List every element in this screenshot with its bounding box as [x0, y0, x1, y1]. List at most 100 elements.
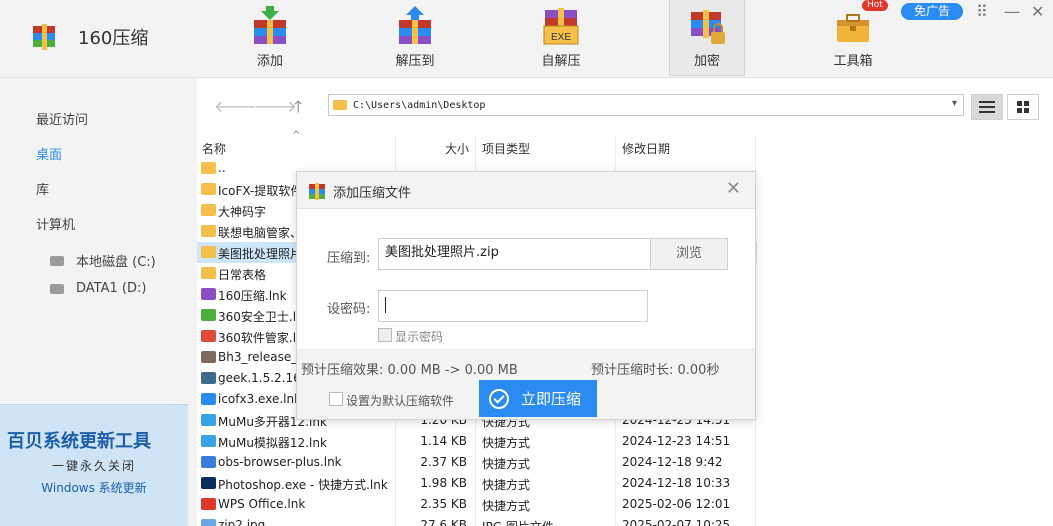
- show-password-label: 显示密码: [395, 330, 444, 344]
- file-name: icofx3.exe.lnk: [218, 392, 302, 406]
- menu-icon[interactable]: ⠿: [976, 2, 988, 21]
- compress-now-label: 立即压缩: [521, 390, 582, 408]
- file-date: 2025-02-07 10:25: [622, 518, 731, 526]
- file-icon: [201, 456, 216, 468]
- folder-icon: [201, 267, 216, 279]
- disk-icon: [50, 255, 64, 266]
- sidebar-item-drive-c[interactable]: 本地磁盘 (C:): [50, 251, 156, 270]
- file-name: WPS Office.lnk: [218, 497, 306, 511]
- set-default-checkbox[interactable]: [329, 392, 343, 406]
- sidebar-item-recent[interactable]: 最近访问: [36, 109, 88, 128]
- column-date[interactable]: 修改日期: [622, 140, 670, 157]
- dialog-title: 添加压缩文件: [333, 186, 412, 201]
- file-row[interactable]: MuMu模拟器12.lnk 1.14 KB 快捷方式 2024-12-23 14:51: [197, 431, 757, 452]
- encrypt-button[interactable]: 加密: [669, 0, 745, 76]
- file-icon: [201, 330, 216, 342]
- path-input[interactable]: C:\Users\admin\Desktop ▾: [328, 94, 964, 116]
- file-type: 快捷方式: [482, 478, 531, 492]
- chevron-down-icon[interactable]: ▾: [952, 98, 957, 109]
- svg-text:EXE: EXE: [551, 32, 571, 43]
- file-size: 27.6 KB: [420, 518, 467, 526]
- sidebar-item-library[interactable]: 库: [36, 179, 49, 198]
- file-name: Photoshop.exe - 快捷方式.lnk: [218, 478, 388, 492]
- file-icon: [201, 435, 216, 447]
- estimate-time: 预计压缩时长: 0.00秒: [591, 363, 720, 378]
- file-name: 360软件管家.ln: [218, 331, 304, 345]
- dialog-close-icon[interactable]: ✕: [726, 178, 741, 199]
- file-row[interactable]: obs-browser-plus.lnk 2.37 KB 快捷方式 2024-12-1…: [197, 452, 757, 473]
- extract-to-label: 解压到: [395, 54, 435, 69]
- file-type: 快捷方式: [482, 457, 531, 471]
- path-text: C:\Users\admin\Desktop: [353, 99, 486, 111]
- file-name: zip2.jpg: [218, 518, 266, 526]
- file-icon: [201, 351, 216, 363]
- list-view-button[interactable]: [971, 94, 1003, 120]
- file-row[interactable]: zip2.jpg 27.6 KB JPG 图片文件 2025-02-07 10:25: [197, 515, 757, 526]
- browse-button[interactable]: 浏览: [650, 238, 728, 270]
- add-button[interactable]: 添加: [232, 0, 308, 76]
- folder-icon: [201, 183, 216, 195]
- folder-icon: [201, 204, 216, 216]
- show-password-checkbox[interactable]: [378, 328, 392, 342]
- column-size[interactable]: 大小: [445, 140, 469, 157]
- file-icon: [201, 414, 216, 426]
- self-extract-label: 自解压: [541, 54, 581, 69]
- set-default-label: 设置为默认压缩软件: [346, 394, 455, 408]
- minimize-icon[interactable]: —: [1004, 2, 1020, 21]
- file-name: IcoFX-提取软件: [218, 184, 303, 198]
- sidebar-item-computer[interactable]: 计算机: [36, 214, 75, 233]
- close-icon[interactable]: ✕: [1031, 2, 1044, 21]
- file-date: 2024-12-18 9:42: [622, 455, 723, 469]
- file-name: Bh3_release_1: [218, 350, 305, 364]
- password-input[interactable]: [378, 290, 648, 322]
- file-size: 2.37 KB: [420, 455, 467, 469]
- add-button-label: 添加: [256, 54, 283, 69]
- folder-icon: [201, 246, 216, 258]
- self-extract-button[interactable]: EXE 自解压: [523, 0, 599, 76]
- ad-free-button[interactable]: 免广告: [901, 3, 963, 20]
- encrypt-label: 加密: [693, 54, 720, 69]
- hot-badge: Hot: [862, 0, 888, 11]
- file-name: ..: [218, 161, 226, 175]
- estimate-size: 预计压缩效果: 0.00 MB -> 0.00 MB: [301, 363, 518, 378]
- sidebar-item-drive-d[interactable]: DATA1 (D:): [50, 281, 146, 296]
- toolbox-label: 工具箱: [833, 54, 873, 69]
- ad-banner[interactable]: 百贝系统更新工具 一键永久关闭 Windows 系统更新: [0, 404, 188, 526]
- column-name[interactable]: 名称: [202, 140, 226, 157]
- grid-view-button[interactable]: [1007, 94, 1039, 120]
- file-icon: [201, 477, 216, 489]
- file-type: 快捷方式: [482, 499, 531, 513]
- file-date: 2025-02-06 12:01: [622, 497, 731, 511]
- file-icon: [201, 393, 216, 405]
- file-name: 联想电脑管家、: [218, 226, 303, 240]
- column-type[interactable]: 项目类型: [482, 140, 530, 157]
- sidebar-item-desktop[interactable]: 桌面: [36, 144, 62, 163]
- file-type: 快捷方式: [482, 436, 531, 450]
- add-archive-icon: [250, 6, 290, 46]
- file-name: 160压缩.lnk: [218, 289, 287, 303]
- ad-title: 百贝系统更新工具: [7, 431, 151, 452]
- file-size: 1.14 KB: [420, 434, 467, 448]
- file-name: MuMu模拟器12.lnk: [218, 436, 327, 450]
- file-size: 1.98 KB: [420, 476, 467, 490]
- compress-to-input[interactable]: 美图批处理照片.zip: [378, 238, 651, 270]
- file-name: 360安全卫士.ln: [218, 310, 304, 324]
- toolbar: 160压缩 添加 解压到 EXE 自解压 加密 工具箱 Hot 免广告 ⠿ — …: [0, 0, 1053, 78]
- compress-to-label: 压缩到:: [327, 251, 371, 266]
- up-icon[interactable]: 🡑: [294, 96, 302, 123]
- file-row[interactable]: Photoshop.exe - 快捷方式.lnk 1.98 KB 快捷方式 2024-…: [197, 473, 757, 494]
- toolbox-button[interactable]: 工具箱: [815, 0, 891, 76]
- list-view-icon: [979, 101, 995, 113]
- folder-icon: [201, 162, 216, 174]
- app-logo-icon: [30, 22, 60, 52]
- compress-now-button[interactable]: 立即压缩: [479, 380, 597, 417]
- back-icon[interactable]: 🡐: [214, 96, 257, 116]
- forward-icon[interactable]: 🡒: [254, 96, 297, 116]
- file-row[interactable]: WPS Office.lnk 2.35 KB 快捷方式 2025-02-06 12:0…: [197, 494, 757, 515]
- encrypt-lock-icon: [687, 6, 727, 46]
- extract-to-button[interactable]: 解压到: [377, 0, 453, 76]
- file-icon: [201, 372, 216, 384]
- file-type: JPG 图片文件: [482, 518, 554, 526]
- file-size: 2.35 KB: [420, 497, 467, 511]
- ad-subtitle: 一键永久关闭: [51, 459, 136, 473]
